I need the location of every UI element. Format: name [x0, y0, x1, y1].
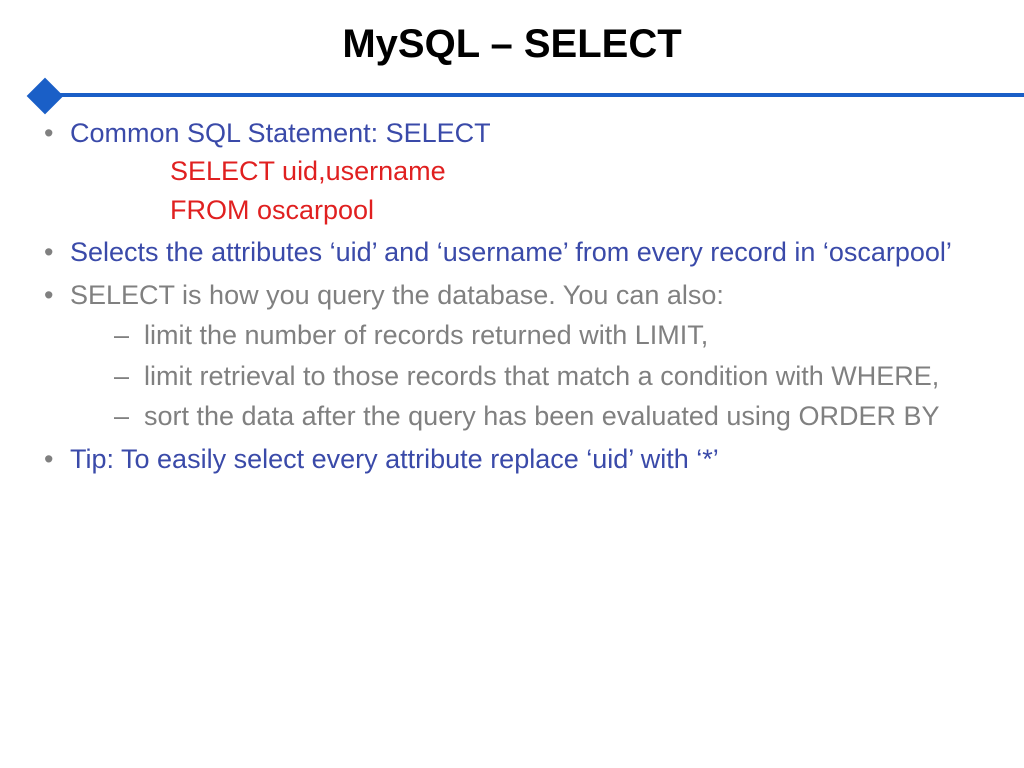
bullet-select-query: SELECT is how you query the database. Yo… — [38, 277, 986, 435]
rule-line — [40, 93, 1024, 97]
subbullet-limit: limit the number of records returned wit… — [70, 317, 986, 353]
bullet-text: SELECT is how you query the database. Yo… — [70, 280, 724, 310]
title-rule — [0, 85, 1024, 105]
code-line-from: FROM oscarpool — [170, 192, 986, 228]
bullet-tip: Tip: To easily select every attribute re… — [38, 441, 986, 477]
slide-title: MySQL – SELECT — [0, 0, 1024, 85]
slide-body: Common SQL Statement: SELECT SELECT uid,… — [0, 115, 1024, 477]
bullet-selects-attributes: Selects the attributes ‘uid’ and ‘userna… — [38, 234, 986, 270]
subbullet-orderby: sort the data after the query has been e… — [70, 398, 986, 434]
bullet-common-sql: Common SQL Statement: SELECT SELECT uid,… — [38, 115, 986, 228]
bullet-text: Common SQL Statement: SELECT — [70, 118, 491, 148]
subbullet-where: limit retrieval to those records that ma… — [70, 358, 986, 394]
code-line-select: SELECT uid,username — [170, 153, 986, 189]
